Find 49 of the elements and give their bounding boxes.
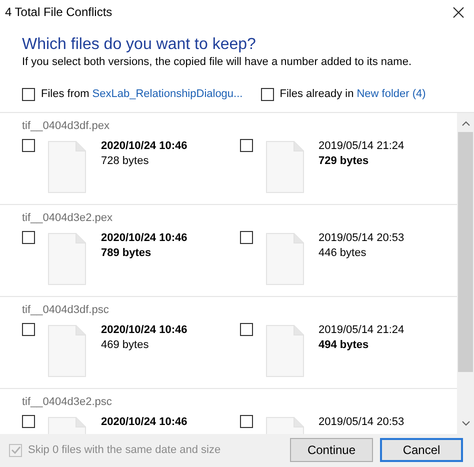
file-icon — [266, 325, 304, 377]
close-icon[interactable] — [453, 6, 464, 18]
folder-link[interactable]: New folder (4) — [356, 86, 426, 102]
scroll-down-icon[interactable] — [462, 420, 470, 426]
file-size: 728 bytes — [101, 154, 150, 169]
modified-date: 2019/05/14 20:53 — [318, 231, 404, 246]
modified-date: 2020/10/24 10:46 — [101, 415, 188, 430]
checkbox[interactable] — [22, 231, 35, 244]
scrollbar-thumb[interactable] — [458, 132, 473, 372]
file-name: tif__0404d3e2.pex — [22, 210, 114, 226]
description: If you select both versions, the copied file will have a number added to its name. — [22, 55, 412, 69]
checkbox[interactable] — [240, 323, 252, 336]
file-size: 446 bytes — [318, 246, 368, 261]
checkbox[interactable] — [240, 415, 252, 428]
file-size: 494 bytes — [318, 338, 370, 353]
modified-date: 2020/10/24 10:46 — [101, 231, 188, 246]
dialog-button[interactable]: Continue — [290, 438, 373, 462]
folder-link[interactable]: SexLab_RelationshipDialogu... — [92, 86, 243, 102]
window-title: 4 Total File Conflicts — [5, 4, 112, 21]
checkbox[interactable] — [260, 88, 274, 101]
modified-date: 2019/05/14 21:24 — [318, 139, 404, 154]
file-size: 469 bytes — [101, 338, 150, 353]
file-name: tif__0404d3df.psc — [22, 302, 110, 318]
dialog-button[interactable]: Cancel — [380, 438, 463, 462]
skip-label: Skip 0 files with the same date and size — [28, 443, 221, 458]
checkbox[interactable] — [22, 323, 35, 336]
modified-date: 2020/10/24 10:46 — [101, 139, 188, 154]
checkbox-label: Files from — [41, 87, 90, 102]
modified-date: 2019/05/14 20:53 — [318, 415, 404, 430]
modified-date: 2020/10/24 10:46 — [101, 323, 188, 338]
checkbox-label: Files already in — [280, 87, 354, 102]
dialog-heading: Which files do you want to keep? — [22, 35, 257, 55]
file-icon — [48, 141, 86, 193]
file-icon — [48, 325, 86, 377]
file-name: tif__0404d3df.pex — [22, 118, 110, 134]
file-name: tif__0404d3e2.psc — [22, 394, 113, 410]
file-icon — [266, 141, 304, 193]
checkbox[interactable] — [240, 231, 252, 244]
checkbox[interactable] — [240, 139, 252, 152]
file-size: 789 bytes — [101, 246, 152, 261]
scrollbar[interactable] — [457, 112, 474, 434]
checkbox[interactable] — [22, 88, 35, 101]
scroll-up-icon[interactable] — [462, 120, 470, 126]
checkbox[interactable] — [22, 139, 35, 152]
file-icon — [48, 233, 86, 285]
file-icon — [266, 233, 304, 285]
file-size: 729 bytes — [318, 154, 370, 169]
checkbox[interactable] — [22, 415, 35, 428]
modified-date: 2019/05/14 21:24 — [318, 323, 404, 338]
